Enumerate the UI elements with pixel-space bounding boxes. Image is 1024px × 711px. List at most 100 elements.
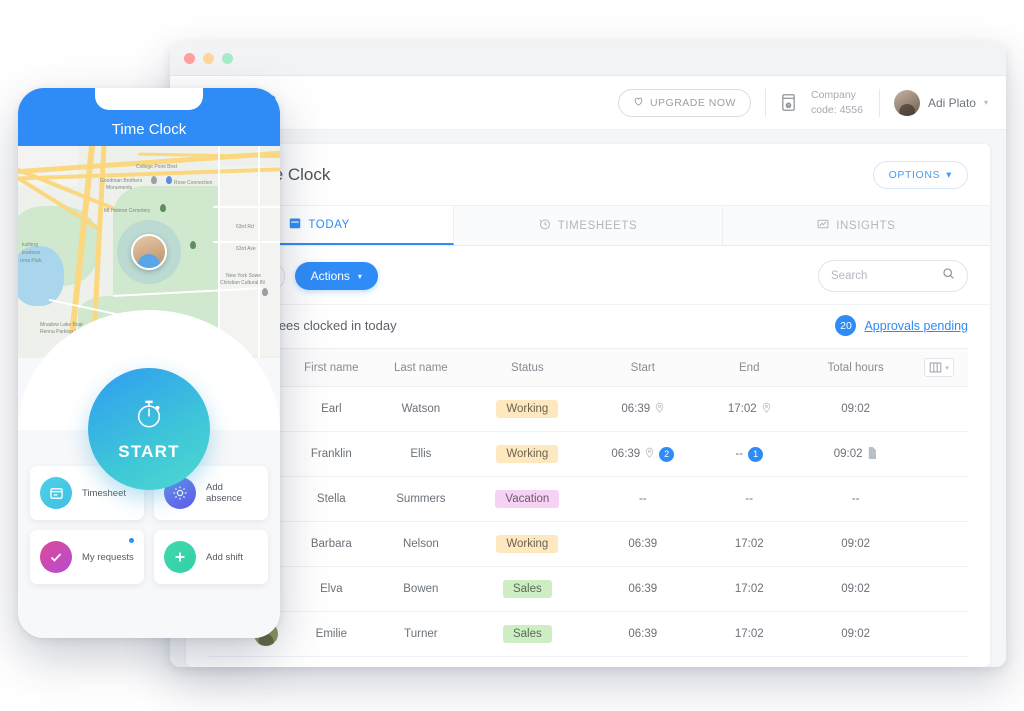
location-pin-icon[interactable] [645, 447, 654, 461]
end-badge[interactable]: 1 [748, 446, 764, 462]
map-pin[interactable] [160, 204, 166, 212]
location-pin-icon[interactable] [655, 402, 664, 416]
options-button[interactable]: OPTIONS ▾ [872, 160, 968, 189]
header-first-name[interactable]: First name [287, 348, 376, 387]
status-badge: Working [496, 400, 559, 418]
end-time: 17:02 [734, 583, 764, 595]
map-pin[interactable] [262, 288, 268, 296]
table-row[interactable]: FranklinEllis Working 06:39 2 -- 1 09:02 [208, 431, 968, 477]
cell-total-hours: 09:02 [800, 386, 911, 432]
cell-status: Working [466, 521, 589, 567]
plus-icon [164, 541, 196, 573]
start-cell-content: 06:39 [621, 402, 664, 416]
end-cell-content: 17:02 [735, 628, 764, 640]
search-box[interactable] [818, 260, 968, 292]
map-road [258, 146, 260, 358]
header-column-settings: ▾ [910, 348, 968, 387]
header-total-hours[interactable]: Total hours [800, 348, 911, 387]
table-row[interactable]: Barbara Nelson Working 06:39 17:02 09:02 [208, 521, 968, 567]
cell-row-actions [910, 431, 968, 477]
quick-action-my-requests[interactable]: My requests [30, 530, 144, 584]
total-cell-content: 09:02 [841, 583, 870, 595]
cell-end: 17:02 [697, 566, 801, 612]
cell-start: 06:39 [588, 566, 698, 612]
phone-title: Time Clock [111, 121, 187, 138]
tab-bar: TODAY TIMESHEETS INSIGHTS [186, 206, 990, 246]
company-code-label: Company [810, 89, 856, 102]
upgrade-now-button[interactable]: UPGRADE NOW [617, 88, 751, 117]
cell-row-actions [910, 386, 968, 432]
map-label: Mt Hebron Cemetery [104, 208, 151, 214]
cell-end: 17:02 [697, 611, 801, 657]
start-button[interactable]: START [88, 368, 210, 490]
total-hours: 09:02 [841, 583, 870, 595]
window-maximize-button[interactable] [222, 53, 233, 64]
tab-insights[interactable]: INSIGHTS [722, 206, 990, 245]
chevron-down-icon: ▾ [946, 168, 952, 181]
user-location-marker[interactable] [131, 234, 167, 270]
cell-end: -- [697, 476, 801, 522]
total-cell-content: -- [852, 493, 860, 505]
location-pin-icon[interactable] [762, 402, 771, 416]
user-menu[interactable]: Adi Plato ▾ [893, 89, 988, 116]
table-row[interactable]: StellaSummers Vacation -- -- -- [208, 476, 968, 522]
quick-action-add-shift[interactable]: Add shift [154, 530, 268, 584]
status-badge: Sales [502, 625, 552, 643]
table-row[interactable]: Elva Bowen Sales 06:39 17:02 09:02 [208, 566, 968, 612]
start-badge[interactable]: 2 [659, 446, 675, 462]
map-pin[interactable] [190, 241, 196, 249]
map-label: Christian Cultural IN [220, 280, 265, 286]
chevron-down-icon: ▾ [357, 271, 362, 281]
window-close-button[interactable] [184, 53, 195, 64]
header-start[interactable]: Start [588, 348, 698, 387]
note-icon[interactable] [867, 446, 877, 462]
end-time: 17:02 [727, 403, 757, 415]
map-pin[interactable] [151, 176, 157, 184]
cell-start: 06:39 2 [588, 431, 698, 477]
window-titlebar [170, 42, 1006, 76]
header-end[interactable]: End [697, 348, 801, 387]
header-last-name[interactable]: Last name [375, 348, 467, 387]
total-hours: 09:02 [833, 448, 863, 460]
map-pin[interactable] [166, 176, 172, 184]
search-icon[interactable] [942, 267, 955, 285]
header-divider-1 [764, 88, 766, 117]
phone-body: START Timesheet Add absence My requests … [18, 310, 280, 638]
cell-start: 06:39 [588, 611, 698, 657]
actions-label: Actions [310, 269, 350, 283]
start-time: 06:39 [628, 628, 658, 640]
map-label: New York Sowe [226, 273, 262, 279]
company-code-value: code: 4556 [810, 103, 863, 116]
cell-first-name: Stella [287, 476, 376, 522]
cell-total-hours: 09:02 [800, 431, 911, 477]
table-row[interactable]: Earl Watson Working 06:39 17:02 09:02 [208, 386, 968, 432]
approvals-pending-link[interactable]: 20 Approvals pending [835, 315, 968, 336]
help-book-icon[interactable]: ? [780, 93, 797, 112]
search-input[interactable] [831, 270, 942, 282]
total-hours: 09:02 [841, 628, 870, 640]
table-row[interactable]: Emilie Turner Sales 06:39 17:02 09:02 [208, 611, 968, 657]
start-time: 06:39 [611, 448, 641, 460]
actions-button[interactable]: Actions ▾ [294, 262, 378, 290]
column-settings-button[interactable]: ▾ [924, 358, 954, 377]
tab-insights-label: INSIGHTS [836, 219, 896, 232]
calendar-icon [289, 217, 301, 232]
header-status[interactable]: Status [466, 348, 589, 387]
tab-timesheets[interactable]: TIMESHEETS [454, 206, 723, 245]
map-label: 63rd Rd [236, 224, 254, 230]
table-wrapper: First name Last name Status Start End To… [186, 348, 990, 667]
chart-icon [817, 218, 829, 233]
map-road [218, 146, 220, 358]
cell-end: 17:02 [697, 386, 801, 432]
cell-last-name: Summers [375, 476, 467, 522]
start-cell-content: -- [639, 493, 647, 505]
chevron-down-icon: ▾ [983, 98, 988, 107]
cell-last-name: Bowen [375, 566, 467, 612]
cell-last-name: Turner [375, 611, 467, 657]
window-minimize-button[interactable] [203, 53, 214, 64]
table-row[interactable]: MattieGriffinWorking06:3917:0209:02 [208, 656, 968, 667]
cell-status: Sales [466, 566, 589, 612]
map-block [218, 166, 280, 356]
start-cell-content: 06:39 [628, 628, 657, 640]
total-cell-content: 09:02 [833, 446, 878, 462]
